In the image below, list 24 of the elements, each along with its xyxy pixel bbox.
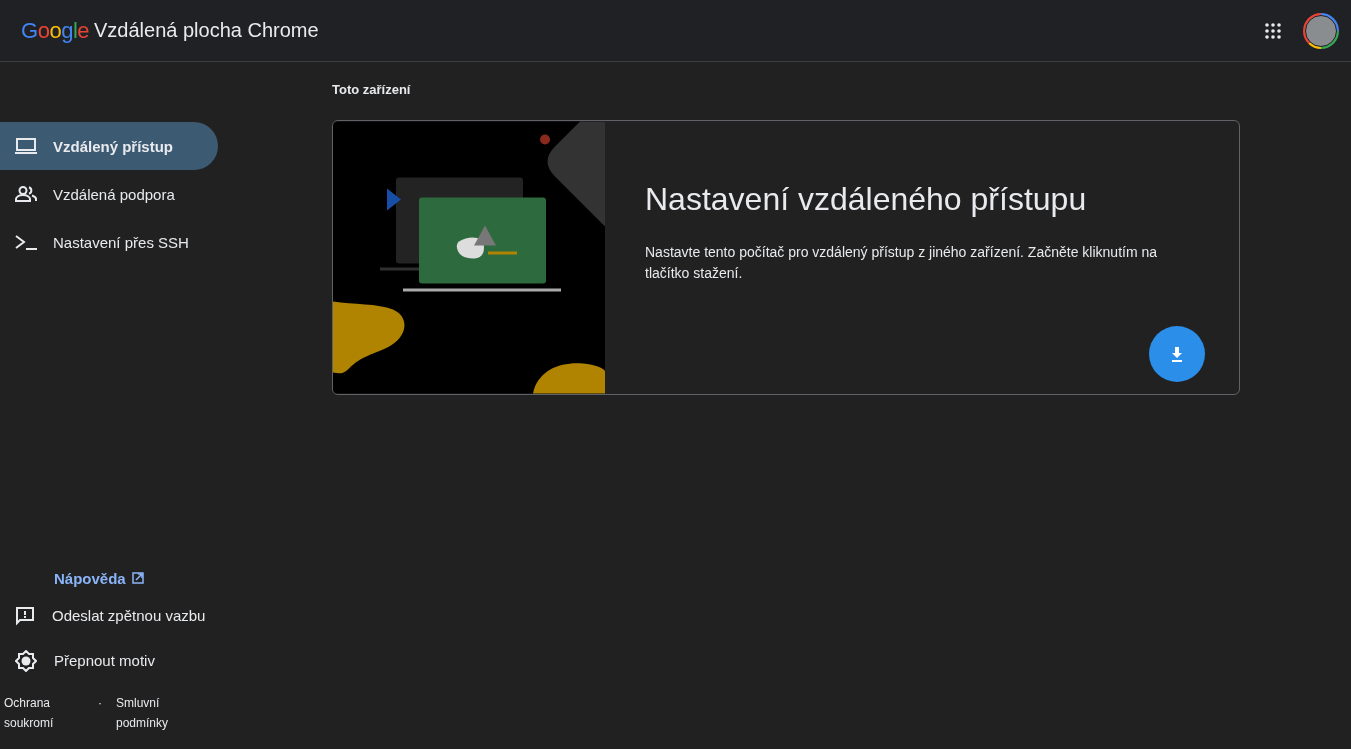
nav-item[interactable]: Nastavení přes SSH — [0, 218, 218, 266]
help-link[interactable]: Nápověda — [0, 563, 230, 593]
nav-item[interactable]: Vzdálený přístup — [0, 122, 218, 170]
separator-dot: · — [97, 695, 103, 712]
apps-grid-icon[interactable] — [1265, 22, 1281, 39]
privacy-link[interactable]: Ochrana soukromí — [4, 693, 84, 733]
feedback-icon — [15, 605, 35, 626]
google-logo: Google — [21, 17, 89, 44]
external-link-icon — [131, 572, 144, 584]
download-icon — [1169, 346, 1185, 362]
sidebar-action[interactable]: Přepnout motiv — [0, 638, 230, 683]
nav-item[interactable]: Vzdálená podpora — [0, 170, 218, 218]
section-title: Toto zařízení — [332, 82, 412, 97]
terminal-icon — [15, 234, 37, 250]
download-button[interactable] — [1149, 326, 1205, 382]
people-icon — [15, 186, 37, 202]
laptop-icon — [15, 138, 37, 154]
brightness-icon — [15, 649, 37, 672]
card-title: Nastavení vzdáleného přístupu — [645, 181, 1088, 218]
user-avatar[interactable] — [1303, 12, 1339, 49]
card-description: Nastavte tento počítač pro vzdálený přístup z jiného zařízení. Začněte kliknutím na tlačítko stažení. — [645, 243, 1159, 283]
terms-link[interactable]: Smluvní podmínky — [116, 693, 196, 733]
sidebar-action[interactable]: Odeslat zpětnou vazbu — [0, 593, 230, 638]
app-title: Vzdálená plocha Chrome — [94, 19, 319, 42]
